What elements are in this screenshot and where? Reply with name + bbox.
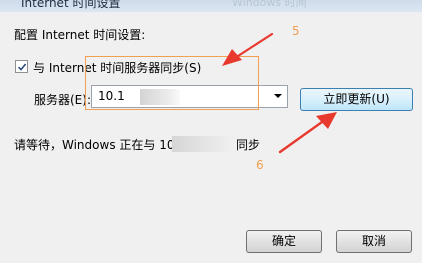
annotation-step-5: 5	[292, 24, 300, 38]
chevron-down-icon[interactable]	[274, 94, 282, 98]
status-message: 请等待，Windows 正在与 10	[14, 138, 175, 152]
server-label: 服务器(E):	[34, 93, 91, 107]
window-title: Internet 时间设置	[21, 0, 121, 10]
checkmark-icon	[17, 63, 27, 71]
dialog-body: 配置 Internet 时间设置: 与 Internet 时间服务器同步(S) …	[0, 12, 422, 263]
status-message-suffix: 同步	[236, 138, 261, 152]
redacted-status-server	[172, 136, 234, 152]
cancel-button[interactable]: 取消	[336, 230, 412, 253]
background-window-title: Windows 时间	[232, 0, 307, 9]
section-label: 配置 Internet 时间设置:	[14, 28, 146, 42]
title-bar: Internet 时间设置 Windows 时间	[0, 0, 422, 12]
update-now-button[interactable]: 立即更新(U)	[300, 88, 413, 111]
annotation-step-6: 6	[256, 158, 264, 172]
annotation-highlight-box	[85, 56, 259, 110]
ok-button[interactable]: 确定	[246, 230, 322, 253]
sync-checkbox[interactable]	[15, 60, 28, 73]
